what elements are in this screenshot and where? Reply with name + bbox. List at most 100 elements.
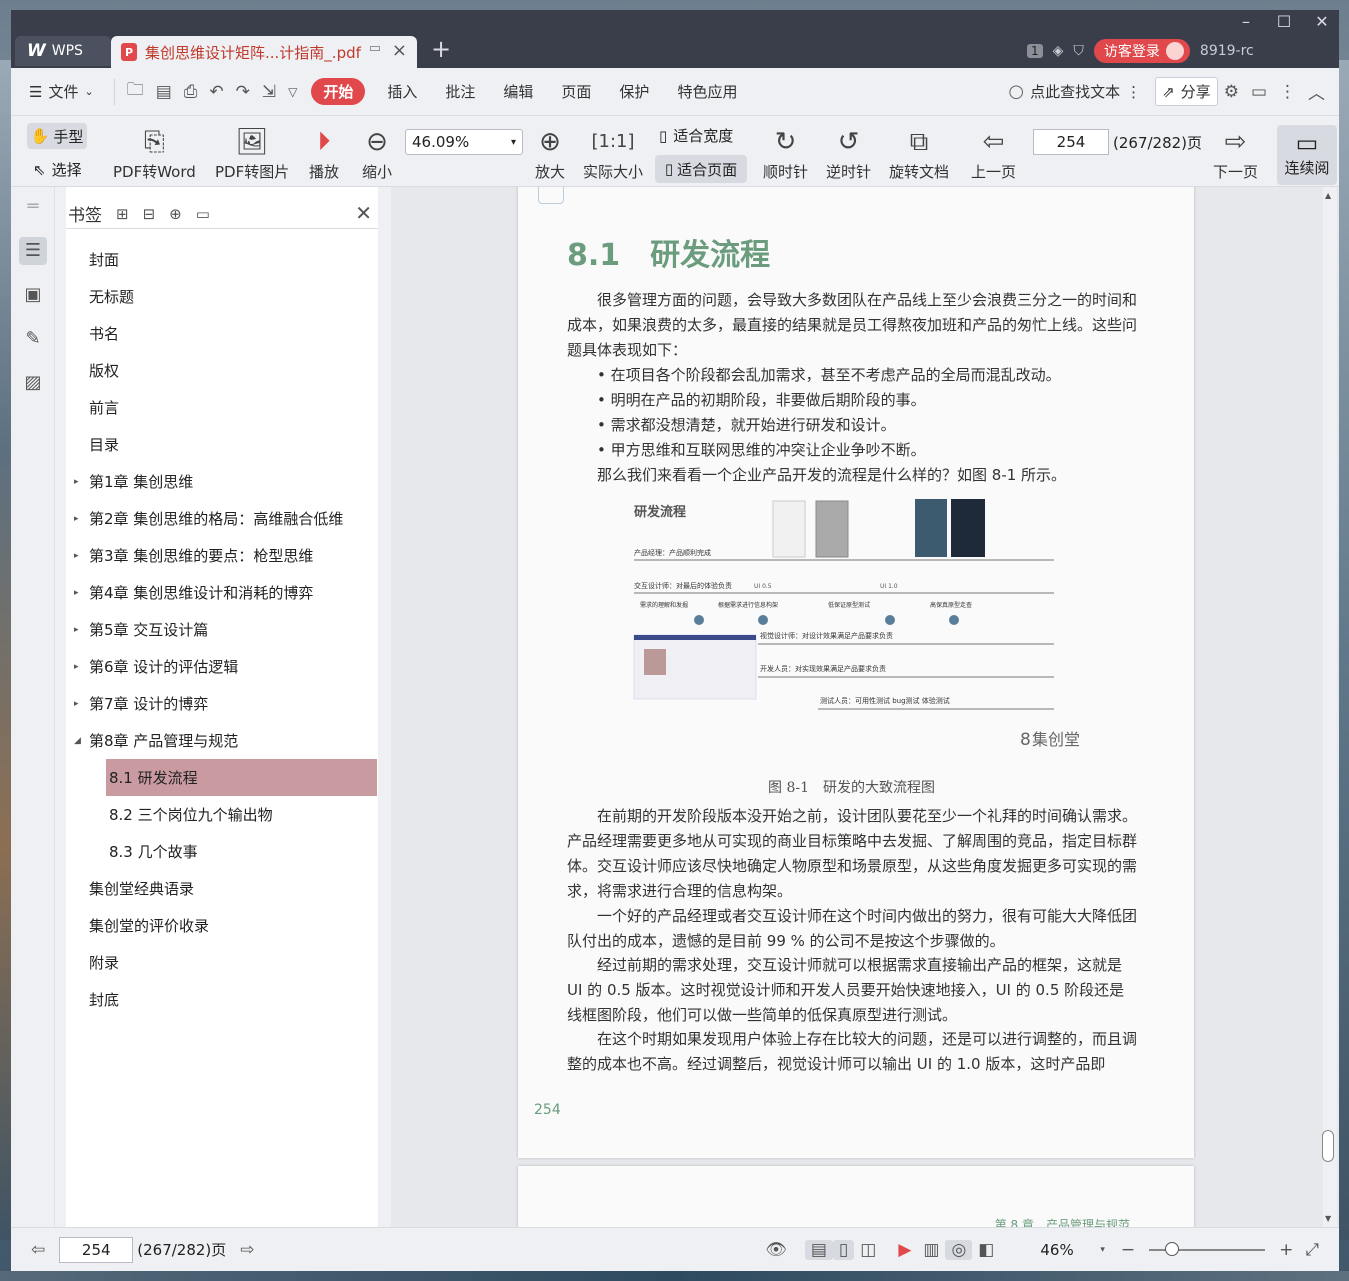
maximize-icon[interactable]: ☐: [1265, 10, 1303, 34]
thumbnail-panel-icon[interactable]: ▣: [19, 281, 47, 309]
close-tab-icon[interactable]: ×: [392, 40, 407, 61]
bookmark-item[interactable]: 目录: [66, 426, 378, 463]
status-zoom-out-icon[interactable]: −: [1115, 1240, 1141, 1260]
more-vertical-icon[interactable]: ⋮: [1126, 83, 1141, 101]
more-dropdown-icon[interactable]: ▽: [282, 85, 303, 99]
bookmark-item[interactable]: ◢ 第8章 产品管理与规范: [66, 722, 378, 759]
bookmark-item[interactable]: ▸ 第7章 设计的博弈: [66, 685, 378, 722]
settings-gear-icon[interactable]: ⚙: [1218, 82, 1245, 102]
status-zoom-value[interactable]: 46%: [1040, 1241, 1100, 1259]
scroll-up-icon[interactable]: ▲: [1325, 191, 1331, 200]
continuous-view-icon[interactable]: ▤: [804, 1239, 833, 1260]
bookmark-panel-icon[interactable]: ☰: [19, 237, 47, 265]
bookmark-item[interactable]: 8.2 三个岗位九个输出物: [66, 796, 378, 833]
bookmark-item[interactable]: ▸ 第1章 集创思维: [66, 463, 378, 500]
pdf-to-word-button[interactable]: ⎘ PDF转Word: [113, 125, 196, 182]
undo-icon[interactable]: ↶: [203, 82, 229, 102]
document-viewport[interactable]: 8.1 研发流程 很多管理方面的问题，会导致大多数团队在产品线上至少会浪费三分之…: [391, 187, 1339, 1227]
tab-special-apps[interactable]: 特色应用: [663, 81, 751, 102]
collapsed-arrow-icon[interactable]: ▸: [74, 662, 79, 672]
bookmark-item[interactable]: 封面: [66, 241, 378, 278]
share-button[interactable]: ⇗ 分享: [1155, 77, 1218, 106]
status-zoom-in-icon[interactable]: +: [1273, 1240, 1299, 1260]
bookmark-item[interactable]: ▸ 第4章 集创思维设计和消耗的博弈: [66, 574, 378, 611]
collapsed-arrow-icon[interactable]: ▸: [74, 699, 79, 709]
export-icon[interactable]: ⇲: [256, 82, 282, 102]
file-menu[interactable]: ☰ 文件 ⌄: [11, 81, 108, 102]
close-panel-icon[interactable]: ✕: [355, 201, 372, 225]
page-number-input[interactable]: 254: [1033, 129, 1109, 155]
eye-protection-icon[interactable]: 👁: [759, 1240, 793, 1260]
document-tab[interactable]: P 集创思维设计矩阵...计指南_.pdf ▭ ×: [111, 36, 417, 68]
wps-home-tab[interactable]: W WPS: [15, 36, 111, 66]
collapsed-arrow-icon[interactable]: ▸: [74, 551, 79, 561]
bookmark-item[interactable]: 封底: [66, 981, 378, 1018]
tab-page[interactable]: 页面: [547, 81, 605, 102]
rotate-counterclockwise-button[interactable]: ↺ 逆时针: [826, 125, 871, 182]
monitor-icon[interactable]: ▭: [369, 41, 381, 56]
status-next-page-icon[interactable]: ⇨: [234, 1240, 260, 1260]
vertical-scrollbar[interactable]: ▲ ▼: [1322, 187, 1337, 1227]
bookmark-item[interactable]: 集创堂经典语录: [66, 870, 378, 907]
new-tab-icon[interactable]: +: [431, 35, 451, 63]
add-bookmark-icon[interactable]: ⊕: [169, 205, 182, 223]
zoom-slider-knob[interactable]: [1165, 1241, 1180, 1256]
fit-page-status-icon[interactable]: ◎: [945, 1239, 973, 1260]
save-icon[interactable]: ▤: [150, 82, 178, 102]
redo-icon[interactable]: ↷: [230, 82, 256, 102]
bookmark-item[interactable]: ▸ 第2章 集创思维的格局：高维融合低维: [66, 500, 378, 537]
tab-protect[interactable]: 保护: [605, 81, 663, 102]
zoom-dropdown-icon[interactable]: ▾: [1100, 1245, 1105, 1255]
bookmark-item[interactable]: 版权: [66, 352, 378, 389]
find-text-button[interactable]: ○ 点此查找文本 ⋮: [994, 81, 1155, 102]
comment-icon[interactable]: ▭: [1245, 82, 1273, 102]
select-tool-button[interactable]: ⇖ 选择: [33, 159, 82, 180]
hand-tool-button[interactable]: ✋ 手型: [27, 123, 87, 149]
signature-panel-icon[interactable]: ▨: [19, 369, 47, 397]
bookmark-item[interactable]: ▸ 第3章 集创思维的要点：枪型思维: [66, 537, 378, 574]
open-folder-icon[interactable]: 🗀: [121, 77, 150, 106]
drag-handle-icon[interactable]: ═: [19, 193, 47, 221]
play-button[interactable]: ⏵ 播放: [309, 125, 339, 182]
collapse-ribbon-icon[interactable]: ︿: [1302, 79, 1339, 104]
bookmark-item[interactable]: 书名: [66, 315, 378, 352]
collapsed-arrow-icon[interactable]: ▸: [74, 625, 79, 635]
zoom-out-button[interactable]: ⊖ 缩小: [362, 125, 392, 182]
bookmark-item[interactable]: ▸ 第6章 设计的评估逻辑: [66, 648, 378, 685]
status-page-input[interactable]: 254: [59, 1236, 134, 1263]
close-window-icon[interactable]: ✕: [1303, 10, 1339, 34]
slideshow-play-icon[interactable]: ▶: [892, 1240, 917, 1260]
actual-size-status-icon[interactable]: ▥: [917, 1240, 945, 1260]
page-count-badge[interactable]: 1: [1027, 44, 1043, 58]
print-icon[interactable]: ⎙: [178, 82, 204, 102]
status-prev-page-icon[interactable]: ⇦: [25, 1240, 51, 1260]
bookmark-item[interactable]: 附录: [66, 944, 378, 981]
bookmark-item[interactable]: 无标题: [66, 278, 378, 315]
zoom-in-button[interactable]: ⊕ 放大: [535, 125, 565, 182]
bookmark-item[interactable]: 8.1 研发流程: [106, 759, 377, 796]
scrollbar-thumb[interactable]: [1322, 1130, 1334, 1162]
login-button[interactable]: 访客登录: [1093, 39, 1190, 63]
bookmark-options-icon[interactable]: ▭: [196, 205, 210, 223]
scroll-down-icon[interactable]: ▼: [1325, 1214, 1331, 1223]
bookmark-item[interactable]: 前言: [66, 389, 378, 426]
actual-size-button[interactable]: [1:1] 实际大小: [583, 125, 643, 182]
fit-width-button[interactable]: ▯ 适合宽度: [659, 125, 733, 146]
zoom-select[interactable]: 46.09% ▾: [405, 129, 523, 155]
prev-page-button[interactable]: ⇦ 上一页: [971, 125, 1016, 182]
collapsed-arrow-icon[interactable]: ▸: [74, 477, 79, 487]
fullscreen-icon[interactable]: ⤢: [1299, 1240, 1325, 1260]
shirt-icon[interactable]: ⛉: [1073, 43, 1084, 59]
two-page-view-icon[interactable]: ◫: [854, 1240, 882, 1260]
expanded-arrow-icon[interactable]: ◢: [74, 736, 81, 746]
zoom-slider[interactable]: [1149, 1241, 1266, 1256]
tab-edit[interactable]: 编辑: [489, 81, 547, 102]
minimize-icon[interactable]: –: [1227, 10, 1265, 34]
collapse-all-icon[interactable]: ⊟: [143, 205, 156, 223]
rotate-clockwise-button[interactable]: ↻ 顺时针: [763, 125, 808, 182]
tab-annotate[interactable]: 批注: [431, 81, 489, 102]
more-menu-icon[interactable]: ⋮: [1273, 82, 1302, 102]
tab-start[interactable]: 开始: [311, 78, 366, 105]
bookmark-item[interactable]: ▸ 第5章 交互设计篇: [66, 611, 378, 648]
pdf-to-image-button[interactable]: 🖼 PDF转图片: [215, 125, 289, 182]
